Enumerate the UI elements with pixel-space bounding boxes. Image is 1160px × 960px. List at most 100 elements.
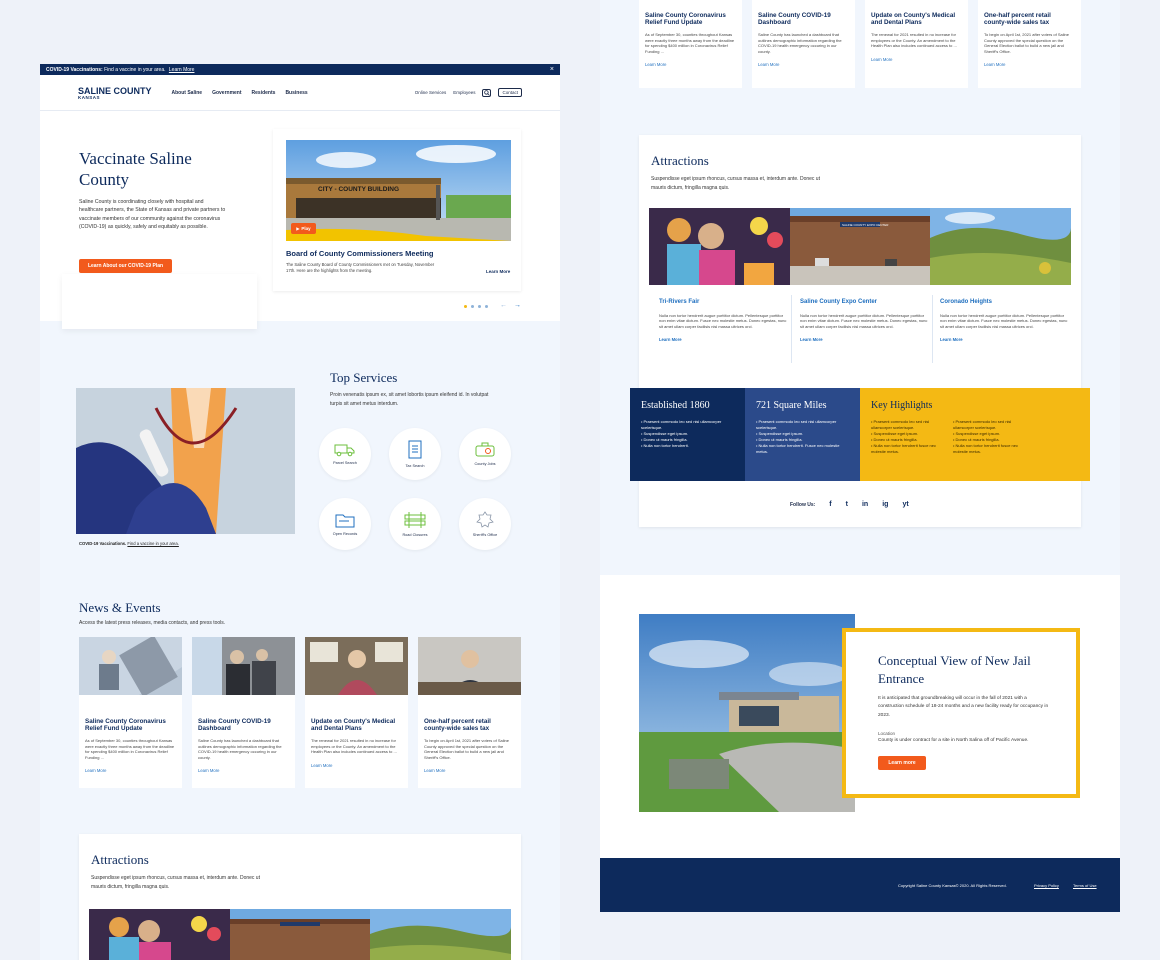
main-nav: About Saline Government Residents Busine…	[172, 90, 308, 96]
news-card-learn-more[interactable]: Learn More	[424, 768, 515, 773]
stat-established: Established 1860 Praesent commodo leo se…	[630, 388, 745, 481]
service-label: Sheriff's Office	[472, 533, 498, 537]
attraction-item[interactable]: Saline County Expo Center Nulla non tort…	[800, 299, 930, 342]
site-header: SALINE COUNTY KANSAS About Saline Governm…	[40, 75, 560, 111]
site-logo[interactable]: SALINE COUNTY KANSAS	[78, 85, 152, 101]
jail-rendering	[639, 614, 855, 812]
truck-icon	[334, 444, 355, 457]
news-card[interactable]: Saline County COVID-19 Dashboard Saline …	[752, 0, 855, 88]
service-label: Road Closures	[402, 533, 428, 537]
hero-body: Saline County is coordinating closely wi…	[79, 199, 226, 231]
youtube-icon[interactable]: yt	[902, 501, 908, 508]
news-card-learn-more[interactable]: Learn More	[871, 57, 962, 62]
twitter-icon[interactable]: t	[846, 501, 848, 508]
news-card-body: Saline County has launched a dashboard t…	[198, 738, 282, 760]
news-card-learn-more[interactable]: Learn More	[85, 768, 176, 773]
news-card-body: To begin on April 1st, 2021 after voters…	[424, 738, 509, 760]
service-county-jobs[interactable]: County Jobs	[459, 428, 511, 480]
news-card-learn-more[interactable]: Learn More	[198, 768, 289, 773]
carousel-dot[interactable]	[471, 305, 474, 308]
hero-title: Vaccinate Saline County	[79, 149, 192, 189]
play-button[interactable]: ▶ Play	[291, 223, 316, 234]
service-label: Parcel Search	[333, 461, 357, 465]
service-tax-search[interactable]: Tax Search	[389, 428, 441, 480]
footer-copyright: Copyright Saline County Kansas© 2020. Al…	[898, 883, 1007, 888]
footer-terms-link[interactable]: Terms of Use	[1073, 883, 1097, 888]
nav-employees[interactable]: Employees	[453, 90, 475, 95]
feature-image: CITY - COUNTY BUILDING ▶ Play	[286, 140, 511, 241]
covid-plan-button[interactable]: Learn About our COVID-19 Plan	[79, 259, 172, 273]
jail-title: Conceptual View of New Jail Entrance	[878, 653, 1031, 686]
service-road-closures[interactable]: Road Closures	[389, 498, 441, 550]
news-card-learn-more[interactable]: Learn More	[645, 62, 736, 67]
attraction-learn-more[interactable]: Learn More	[659, 337, 789, 342]
divider	[932, 295, 933, 363]
news-card-learn-more[interactable]: Learn More	[984, 62, 1075, 67]
attractions-images	[89, 909, 511, 960]
nav-about-saline[interactable]: About Saline	[172, 90, 203, 96]
news-card-learn-more[interactable]: Learn More	[758, 62, 849, 67]
news-card-title: One-half percent retail county-wide sale…	[424, 718, 491, 733]
alert-bar: COVID-19 Vaccinations: Find a vaccine in…	[40, 64, 560, 75]
attraction-item[interactable]: Tri-Rivers Fair Nulla non tortor hendrer…	[659, 299, 789, 342]
feature-card[interactable]: CITY - COUNTY BUILDING ▶ Play Board of Co…	[273, 129, 521, 291]
instagram-icon[interactable]: ig	[882, 501, 888, 508]
attraction-learn-more[interactable]: Learn More	[800, 337, 930, 342]
alert-prefix: COVID-19 Vaccinations:	[46, 66, 103, 73]
expo-sign-text: SALINE COUNTY EXPO CENTER	[842, 223, 889, 227]
facebook-icon[interactable]: f	[829, 501, 831, 508]
alert-link[interactable]: Learn More	[169, 67, 195, 73]
jail-learn-more-button[interactable]: Learn more	[878, 756, 926, 770]
jail-location-label: Location	[878, 731, 896, 736]
nav-online-services[interactable]: Online Services	[415, 90, 447, 95]
attraction-learn-more[interactable]: Learn More	[940, 337, 1070, 342]
service-parcel-search[interactable]: Parcel Search	[319, 428, 371, 480]
news-card[interactable]: Saline County Coronavirus Relief Fund Up…	[639, 0, 742, 88]
attractions-images: SALINE COUNTY EXPO CENTER	[649, 208, 1071, 285]
hero-shadow-card	[62, 274, 257, 329]
nav-business[interactable]: Business	[285, 90, 307, 96]
contact-button[interactable]: Contact	[498, 88, 522, 97]
news-card-title: Saline County Coronavirus Relief Fund Up…	[645, 12, 726, 27]
linkedin-icon[interactable]: in	[862, 501, 868, 508]
news-card[interactable]: Update on County's Medical and Dental Pl…	[865, 0, 968, 88]
carousel-dots	[464, 305, 488, 308]
footer-privacy-link[interactable]: Privacy Policy	[1034, 883, 1059, 888]
alert-message: Find a vaccine in your area.	[104, 66, 166, 73]
nav-government[interactable]: Government	[212, 90, 241, 96]
carousel-dot[interactable]	[478, 305, 481, 308]
carousel-prev-icon[interactable]: ←	[500, 302, 507, 309]
close-icon[interactable]: ×	[550, 66, 554, 73]
attraction-item[interactable]: Coronado Heights Nulla non tortor hendre…	[940, 299, 1070, 342]
news-card[interactable]: One-half percent retail county-wide sale…	[978, 0, 1081, 88]
search-icon[interactable]	[482, 88, 492, 97]
nav-residents[interactable]: Residents	[252, 90, 276, 96]
stat-title: 721 Square Miles	[756, 400, 827, 411]
news-card[interactable]: Update on County's Medical and Dental Pl…	[305, 637, 408, 788]
news-card-body: The renewal for 2021 resulted in no incr…	[311, 738, 397, 755]
service-label: Open Records	[332, 532, 358, 536]
attractions-body: Suspendisse eget ipsum rhoncus, cursus m…	[91, 875, 260, 890]
barrier-icon	[404, 512, 426, 528]
badge-icon	[476, 511, 494, 528]
expo-photo: SALINE COUNTY EXPO CENTER	[790, 208, 930, 285]
caption-bold: COVID-19 Vaccinations.	[79, 541, 127, 546]
news-card[interactable]: Saline County COVID-19 Dashboard Saline …	[192, 637, 295, 788]
service-open-records[interactable]: Open Records	[319, 498, 371, 550]
news-card[interactable]: One-half percent retail county-wide sale…	[418, 637, 521, 788]
news-image	[305, 637, 408, 695]
carousel-dot[interactable]	[485, 305, 488, 308]
homepage-preview-bottom: Saline County Coronavirus Relief Fund Up…	[600, 0, 1120, 912]
folder-icon	[335, 514, 355, 528]
caption-link[interactable]: Find a vaccine in your area.	[127, 541, 178, 546]
news-image	[418, 637, 521, 695]
attraction-body: Nulla non tortor hendrerit augue porttit…	[940, 313, 1068, 329]
news-image	[192, 637, 295, 695]
news-card-learn-more[interactable]: Learn More	[311, 763, 402, 768]
service-sheriffs-office[interactable]: Sheriff's Office	[459, 498, 511, 550]
news-card[interactable]: Saline County Coronavirus Relief Fund Up…	[79, 635, 182, 788]
carousel-dot-active[interactable]	[464, 305, 467, 308]
attractions-title: Attractions	[651, 153, 709, 168]
feature-learn-more[interactable]: Learn More	[486, 269, 510, 274]
carousel-next-icon[interactable]: →	[514, 302, 521, 309]
